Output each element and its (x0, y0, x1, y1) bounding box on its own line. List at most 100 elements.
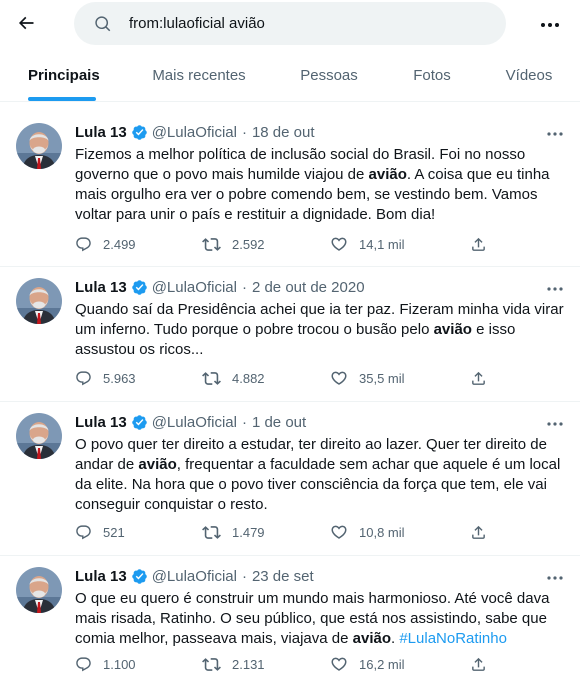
retweet-icon (202, 235, 221, 254)
top-bar (0, 0, 580, 50)
retweet-icon (202, 523, 221, 542)
retweet-icon (202, 369, 221, 388)
reply-count: 2.499 (103, 236, 136, 252)
tweet-text: Quando saí da Presidência achei que ia t… (75, 300, 565, 360)
back-arrow-icon (16, 13, 36, 38)
reply-icon (75, 236, 92, 253)
search-tabs: Principais Mais recentes Pessoas Fotos V… (0, 50, 580, 102)
highlighted-term: avião (433, 321, 472, 338)
reply-button[interactable]: 5.963 (75, 368, 136, 388)
tweet[interactable]: Lula 13 @LulaOficial · 18 de out Fizemos… (0, 103, 580, 267)
author-handle[interactable]: @LulaOficial (152, 124, 237, 141)
avatar[interactable] (16, 413, 62, 459)
reply-button[interactable]: 2.499 (75, 234, 136, 254)
tab-videos[interactable]: Vídeos (500, 50, 558, 102)
more-icon (540, 15, 560, 33)
search-results-feed: Lula 13 @LulaOficial · 18 de out Fizemos… (0, 103, 580, 687)
search-input[interactable] (129, 15, 469, 32)
tweet-text: O que eu quero é construir um mundo mais… (75, 589, 565, 649)
share-icon (470, 524, 487, 541)
highlighted-term: avião (352, 630, 391, 647)
like-icon (330, 655, 348, 673)
author-name[interactable]: Lula 13 (75, 279, 127, 296)
author-name[interactable]: Lula 13 (75, 124, 127, 141)
author-name[interactable]: Lula 13 (75, 568, 127, 585)
tweet-header: Lula 13 @LulaOficial · 1 de out (75, 414, 306, 431)
verified-badge-icon (131, 124, 148, 141)
verified-badge-icon (131, 414, 148, 431)
tweet-more-button[interactable] (540, 126, 570, 142)
tweet[interactable]: Lula 13 @LulaOficial · 1 de out O povo q… (0, 402, 580, 556)
avatar[interactable] (16, 567, 62, 613)
tweet[interactable]: Lula 13 @LulaOficial · 23 de set O que e… (0, 556, 580, 687)
like-count: 14,1 mil (359, 236, 405, 252)
retweet-count: 2.592 (232, 236, 265, 252)
reply-icon (75, 656, 92, 673)
share-button[interactable] (470, 654, 487, 674)
tab-mais-recentes[interactable]: Mais recentes (145, 50, 253, 102)
header-separator: · (241, 279, 247, 296)
back-button[interactable] (10, 9, 42, 41)
author-handle[interactable]: @LulaOficial (152, 279, 237, 296)
tweet-date[interactable]: 23 de set (252, 568, 314, 585)
tab-principais[interactable]: Principais (28, 50, 100, 102)
tweet[interactable]: Lula 13 @LulaOficial · 2 de out de 2020 … (0, 267, 580, 402)
share-icon (470, 370, 487, 387)
header-separator: · (241, 568, 247, 585)
retweet-count: 1.479 (232, 524, 265, 540)
reply-count: 521 (103, 524, 125, 540)
tab-pessoas[interactable]: Pessoas (296, 50, 362, 102)
tweet-date[interactable]: 2 de out de 2020 (252, 279, 365, 296)
active-tab-indicator (28, 97, 96, 101)
like-button[interactable]: 10,8 mil (330, 522, 405, 542)
like-button[interactable]: 16,2 mil (330, 654, 405, 674)
verified-badge-icon (131, 568, 148, 585)
hashtag-link[interactable]: #LulaNoRatinho (399, 630, 507, 647)
tweet-header: Lula 13 @LulaOficial · 2 de out de 2020 (75, 279, 365, 296)
header-separator: · (241, 124, 247, 141)
search-box[interactable] (74, 2, 506, 45)
author-name[interactable]: Lula 13 (75, 414, 127, 431)
share-button[interactable] (470, 522, 487, 542)
tab-fotos[interactable]: Fotos (408, 50, 456, 102)
tweet-more-button[interactable] (540, 281, 570, 297)
search-icon (94, 15, 112, 33)
like-count: 10,8 mil (359, 524, 405, 540)
retweet-button[interactable]: 4.882 (202, 368, 265, 388)
tweet-header: Lula 13 @LulaOficial · 23 de set (75, 568, 314, 585)
like-button[interactable]: 35,5 mil (330, 368, 405, 388)
highlighted-term: avião (138, 456, 177, 473)
share-icon (470, 236, 487, 253)
tweet-actions: 1.100 2.131 16,2 mil (75, 654, 495, 674)
retweet-button[interactable]: 2.131 (202, 654, 265, 674)
share-button[interactable] (470, 368, 487, 388)
reply-icon (75, 370, 92, 387)
like-icon (330, 235, 348, 253)
share-button[interactable] (470, 234, 487, 254)
tweet-more-button[interactable] (540, 416, 570, 432)
tweet-text: Fizemos a melhor política de inclusão so… (75, 145, 565, 225)
retweet-count: 4.882 (232, 370, 265, 386)
reply-button[interactable]: 1.100 (75, 654, 136, 674)
retweet-icon (202, 655, 221, 674)
tweet-actions: 521 1.479 10,8 mil (75, 522, 495, 542)
retweet-button[interactable]: 2.592 (202, 234, 265, 254)
like-icon (330, 523, 348, 541)
avatar[interactable] (16, 123, 62, 169)
avatar[interactable] (16, 278, 62, 324)
tweet-date[interactable]: 18 de out (252, 124, 315, 141)
retweet-button[interactable]: 1.479 (202, 522, 265, 542)
tweet-header: Lula 13 @LulaOficial · 18 de out (75, 124, 315, 141)
tweet-date[interactable]: 1 de out (252, 414, 306, 431)
like-icon (330, 369, 348, 387)
highlighted-term: avião (368, 166, 407, 183)
tweet-actions: 5.963 4.882 35,5 mil (75, 368, 495, 388)
tweet-text: O povo quer ter direito a estudar, ter d… (75, 435, 565, 515)
more-options-button[interactable] (535, 12, 565, 36)
reply-button[interactable]: 521 (75, 522, 125, 542)
author-handle[interactable]: @LulaOficial (152, 568, 237, 585)
reply-count: 5.963 (103, 370, 136, 386)
tweet-more-button[interactable] (540, 570, 570, 586)
like-button[interactable]: 14,1 mil (330, 234, 405, 254)
author-handle[interactable]: @LulaOficial (152, 414, 237, 431)
